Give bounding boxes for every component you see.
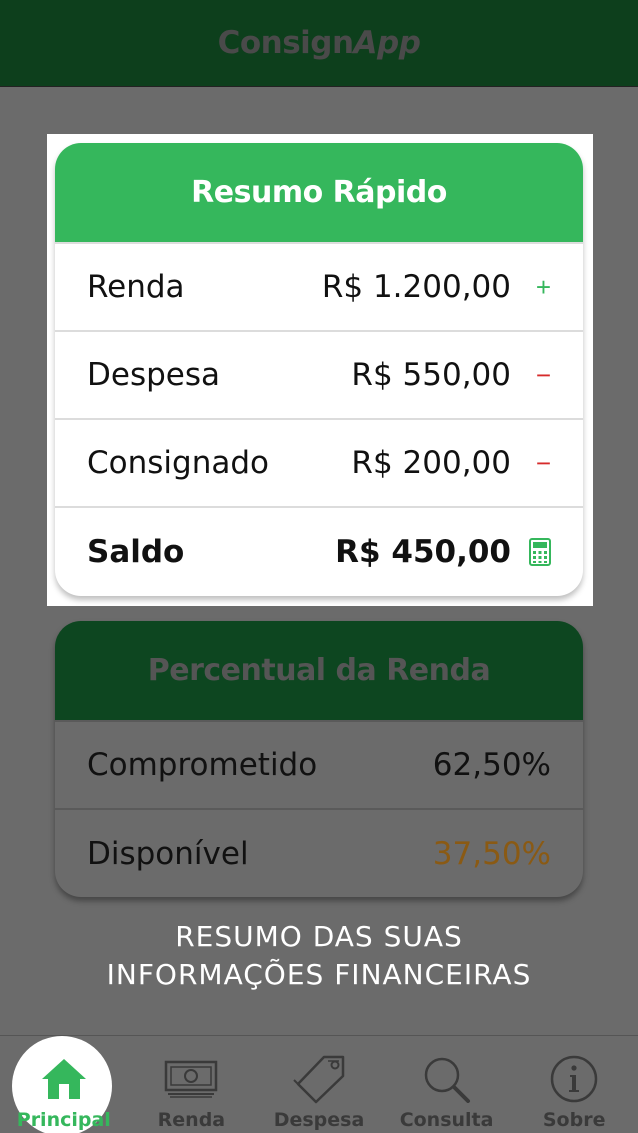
- calculator-icon: [517, 538, 551, 566]
- tab-consulta[interactable]: Consulta: [383, 1036, 511, 1133]
- row-label: Disponível: [87, 836, 249, 872]
- row-value: R$ 1.200,00: [321, 269, 511, 305]
- tab-principal[interactable]: Principal: [0, 1036, 128, 1133]
- income-percent-card: Percentual da Renda Comprometido 62,50% …: [55, 621, 583, 897]
- app-title-italic: App: [353, 25, 421, 61]
- price-tag-icon: [292, 1053, 346, 1105]
- app-header: ConsignApp: [0, 0, 638, 87]
- quick-summary-card: Resumo Rápido Renda R$ 1.200,00 + Despes…: [55, 143, 583, 596]
- tab-label: Sobre: [542, 1109, 606, 1131]
- caption-line: INFORMAÇÕES FINANCEIRAS: [106, 958, 532, 991]
- row-label: Consignado: [87, 445, 269, 481]
- income-percent-header: Percentual da Renda: [55, 621, 583, 722]
- minus-icon: −: [535, 359, 551, 390]
- summary-row-balance: Saldo R$ 450,00: [55, 508, 583, 596]
- tab-label: Despesa: [273, 1109, 365, 1131]
- tab-label: Principal: [16, 1109, 111, 1131]
- tab-sobre[interactable]: Sobre: [510, 1036, 638, 1133]
- caption-line: RESUMO DAS SUAS: [175, 920, 463, 953]
- plus-icon: +: [535, 271, 551, 302]
- row-value: 37,50%: [432, 836, 551, 872]
- summary-row-consigned: Consignado R$ 200,00 −: [55, 420, 583, 508]
- bottom-tab-bar: Principal Renda Despesa Consulta Sobre: [0, 1035, 638, 1133]
- row-label: Comprometido: [87, 747, 318, 783]
- summary-row-income: Renda R$ 1.200,00 +: [55, 244, 583, 332]
- quick-summary-title: Resumo Rápido: [191, 175, 447, 210]
- row-label: Saldo: [87, 534, 185, 570]
- row-value: 62,50%: [432, 747, 551, 783]
- summary-row-expense: Despesa R$ 550,00 −: [55, 332, 583, 420]
- banknote-icon: [164, 1053, 218, 1105]
- tab-label: Renda: [157, 1109, 226, 1131]
- search-icon: [422, 1053, 472, 1105]
- row-value: R$ 550,00: [351, 357, 511, 393]
- income-percent-title: Percentual da Renda: [147, 653, 491, 688]
- row-label: Despesa: [87, 357, 220, 393]
- tab-label: Consulta: [399, 1109, 494, 1131]
- tab-despesa[interactable]: Despesa: [255, 1036, 383, 1133]
- minus-icon: −: [535, 447, 551, 478]
- info-icon: [549, 1053, 599, 1105]
- app-title: ConsignApp: [218, 25, 421, 61]
- app-title-main: Consign: [217, 25, 354, 61]
- home-icon: [40, 1053, 88, 1105]
- percent-row-committed: Comprometido 62,50%: [55, 722, 583, 810]
- tab-renda[interactable]: Renda: [128, 1036, 256, 1133]
- row-label: Renda: [87, 269, 185, 305]
- row-value: R$ 450,00: [335, 534, 511, 570]
- quick-summary-header: Resumo Rápido: [55, 143, 583, 244]
- row-value: R$ 200,00: [351, 445, 511, 481]
- percent-row-available: Disponível 37,50%: [55, 810, 583, 897]
- tutorial-caption: RESUMO DAS SUAS INFORMAÇÕES FINANCEIRAS: [0, 918, 638, 994]
